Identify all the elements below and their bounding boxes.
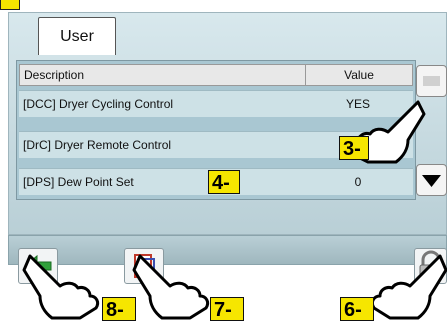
pointing-hand-icon <box>22 254 100 320</box>
callout-badge-6: 6- <box>340 297 374 321</box>
tab-user[interactable]: User <box>38 17 116 55</box>
pointing-hand-icon <box>132 254 210 320</box>
scroll-up-icon <box>423 76 440 86</box>
table-header: Description Value <box>19 64 413 86</box>
row-description: [DPS] Dew Point Set <box>23 175 134 189</box>
scroll-down-button[interactable] <box>416 164 447 196</box>
row-description: [DCC] Dryer Cycling Control <box>23 97 174 111</box>
row-value: 0 <box>354 175 362 189</box>
tab-user-label: User <box>60 27 94 45</box>
triangle-down-icon <box>422 175 441 187</box>
callout-badge-7: 7- <box>210 297 244 321</box>
callout-badge-3: 3- <box>339 136 369 160</box>
header-value: Value <box>344 68 374 82</box>
callout-badge-4: 4- <box>208 170 240 194</box>
row-description: [DrC] Dryer Remote Control <box>23 138 172 152</box>
callout-marker-top <box>0 0 20 10</box>
callout-badge-8: 8- <box>102 297 136 321</box>
scroll-up-button[interactable] <box>416 65 447 97</box>
header-description: Description <box>24 68 85 82</box>
